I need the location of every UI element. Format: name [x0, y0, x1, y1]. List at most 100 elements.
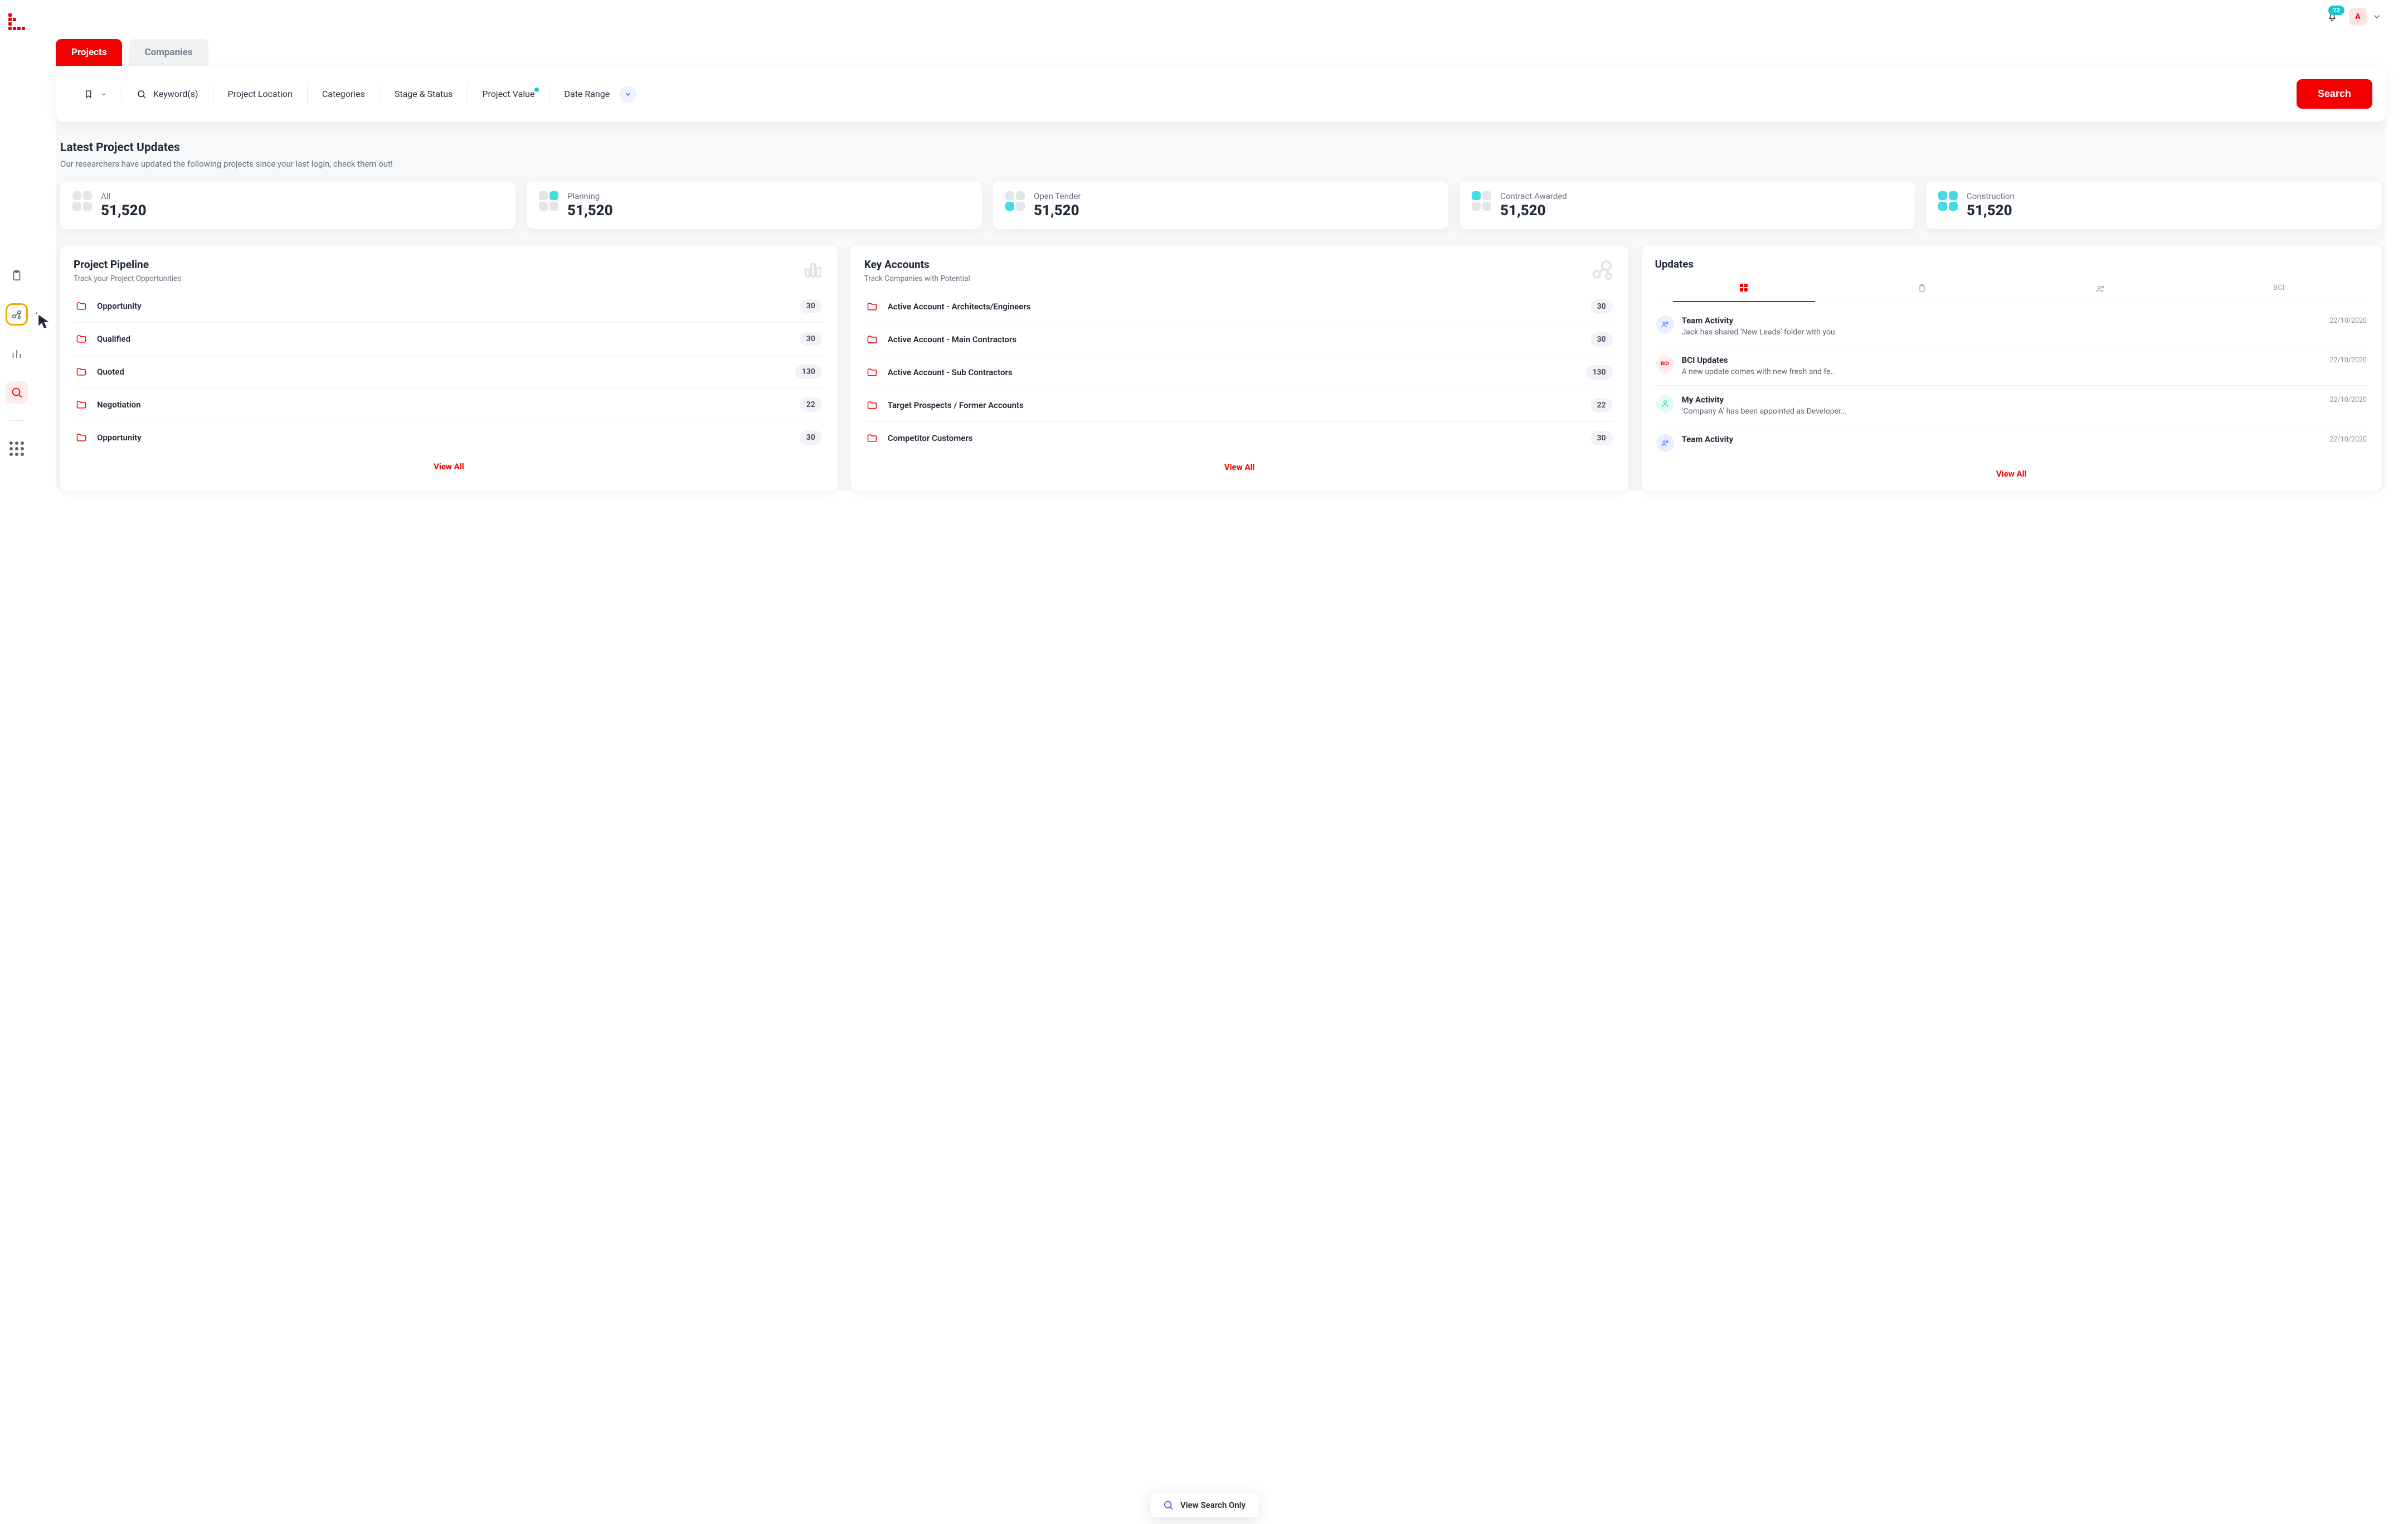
update-description: Jack has shared ‘New Leads’ folder with … [1682, 328, 2367, 337]
brand-logo[interactable] [8, 13, 25, 30]
list-item[interactable]: Active Account - Main Contractors30 [864, 323, 1615, 356]
stat-card-value: 51,520 [1034, 202, 1081, 219]
list-item-label: Qualified [97, 334, 790, 344]
updates-tab-bci-label: BCI [2273, 284, 2284, 294]
bar-chart-icon [802, 258, 824, 280]
count-badge: 22 [800, 397, 822, 412]
stat-card-label: Planning [567, 191, 613, 201]
list-item-label: Negotiation [97, 400, 790, 410]
accounts-view-all[interactable]: View All [864, 454, 1615, 474]
list-item-label: Quoted [97, 367, 785, 377]
updates-tab-all[interactable] [1655, 278, 1833, 302]
update-description: A new update comes with new fresh and fe… [1682, 367, 2367, 376]
update-type-icon [1656, 434, 1674, 452]
updates-tab-bci[interactable]: BCI [2190, 278, 2368, 302]
updates-view-all[interactable]: View All [1655, 461, 2368, 481]
stat-cards-row: All51,520Planning51,520Open Tender51,520… [56, 181, 2386, 229]
updates-tab-strip: BCI [1655, 278, 2368, 302]
list-item-label: Target Prospects / Former Accounts [888, 400, 1580, 410]
stat-card[interactable]: All51,520 [60, 181, 515, 229]
stat-card-value: 51,520 [1500, 202, 1567, 219]
folder-icon [76, 366, 87, 377]
panel-title: Key Accounts [864, 258, 970, 271]
list-item[interactable]: Opportunity30 [74, 421, 824, 454]
view-search-only-button[interactable]: View Search Only [1150, 1493, 1258, 1517]
list-item[interactable]: Quoted 130 [74, 356, 824, 389]
list-item-label: Opportunity [97, 433, 790, 443]
search-icon [1162, 1499, 1174, 1511]
folder-icon [76, 333, 87, 344]
update-title: BCI Updates [1682, 355, 1728, 365]
update-date: 22/10/2020 [2329, 356, 2367, 365]
notifications-bell[interactable]: 22 [2327, 11, 2338, 22]
bookmark-dropdown[interactable] [69, 89, 121, 99]
chevron-down-icon [2372, 12, 2381, 21]
stat-card-label: Contract Awarded [1500, 191, 1567, 201]
list-item[interactable]: Active Account - Architects/Engineers30 [864, 290, 1615, 323]
stat-card[interactable]: Planning51,520 [527, 181, 982, 229]
stat-card-value: 51,520 [101, 202, 147, 219]
list-item-label: Active Account - Architects/Engineers [888, 302, 1580, 312]
folder-icon [76, 399, 87, 410]
folder-icon [867, 334, 878, 345]
update-date: 22/10/2020 [2329, 317, 2367, 325]
list-item[interactable]: Negotiation 22 [74, 389, 824, 421]
nav-search-icon[interactable] [6, 381, 28, 404]
stat-card-icon [1938, 191, 1958, 211]
update-item[interactable]: Team Activity 22/10/2020 Jack has shared ‘… [1655, 307, 2368, 346]
update-title: Team Activity [1682, 316, 1734, 326]
folder-icon [867, 301, 878, 312]
date-expand-button[interactable] [620, 86, 636, 103]
folder-icon [867, 367, 878, 378]
update-date: 22/10/2020 [2329, 396, 2367, 404]
stat-card[interactable]: Open Tender51,520 [993, 181, 1448, 229]
list-item[interactable]: Active Account - Sub Contractors130 [864, 356, 1615, 389]
update-item[interactable]: My Activity22/10/2020‘Company A’ has bee… [1655, 386, 2368, 425]
list-item[interactable]: Target Prospects / Former Accounts22 [864, 389, 1615, 422]
bookmark-icon [84, 89, 94, 99]
stat-card-label: All [101, 191, 147, 201]
left-rail [0, 0, 33, 1524]
stat-card-icon [539, 191, 558, 211]
user-avatar: A [2349, 8, 2367, 26]
list-item[interactable]: Qualified 30 [74, 323, 824, 356]
folder-icon [76, 300, 87, 312]
filter-categories[interactable]: Categories [308, 89, 380, 99]
grid-icon [1740, 284, 1748, 294]
tab-companies[interactable]: Companies [129, 39, 208, 66]
filter-date-range[interactable]: Date Range [549, 86, 651, 103]
search-button[interactable]: Search [2297, 79, 2372, 109]
user-menu[interactable]: A [2349, 8, 2381, 26]
count-badge: 30 [800, 299, 822, 313]
update-description: ‘Company A’ has been appointed as Develo… [1682, 407, 2367, 416]
entity-tabs: Projects Companies [56, 39, 2386, 66]
nav-analytics-icon[interactable] [6, 342, 28, 365]
nav-apps-icon[interactable] [6, 438, 28, 460]
updates-tab-clipboard[interactable] [1833, 278, 2011, 302]
stat-card[interactable]: Contract Awarded51,520 [1460, 181, 1915, 229]
filter-keywords[interactable]: Keyword(s) [122, 89, 213, 99]
stat-card-value: 51,520 [1967, 202, 2015, 219]
count-badge: 130 [795, 365, 822, 379]
pipeline-view-all[interactable]: View All [74, 454, 824, 474]
list-item[interactable]: Opportunity30 [74, 290, 824, 323]
count-badge: 30 [1590, 332, 1613, 347]
people-icon [2095, 284, 2105, 294]
network-icon [1589, 258, 1615, 284]
tab-projects[interactable]: Projects [56, 39, 122, 66]
latest-updates-section: Latest Project Updates Our researchers h… [56, 122, 2386, 169]
nav-connections-icon[interactable] [6, 303, 28, 326]
view-search-only-label: View Search Only [1180, 1500, 1246, 1510]
filter-project-value[interactable]: Project Value [468, 89, 549, 99]
update-item[interactable]: Team Activity22/10/2020 [1655, 425, 2368, 461]
nav-clipboard-icon[interactable] [6, 264, 28, 287]
stat-card[interactable]: Construction51,520 [1926, 181, 2381, 229]
updates-tab-team[interactable] [2011, 278, 2190, 302]
filter-location[interactable]: Project Location [213, 89, 307, 99]
list-item[interactable]: Competitor Customers30 [864, 422, 1615, 454]
panel-title: Updates [1655, 258, 2368, 270]
main-content: 22 A Projects Companies Keyword(s) [33, 0, 2408, 1524]
count-badge: 30 [800, 332, 822, 346]
filter-stage[interactable]: Stage & Status [380, 89, 468, 99]
update-item[interactable]: BCIBCI Updates22/10/2020A new update com… [1655, 346, 2368, 386]
